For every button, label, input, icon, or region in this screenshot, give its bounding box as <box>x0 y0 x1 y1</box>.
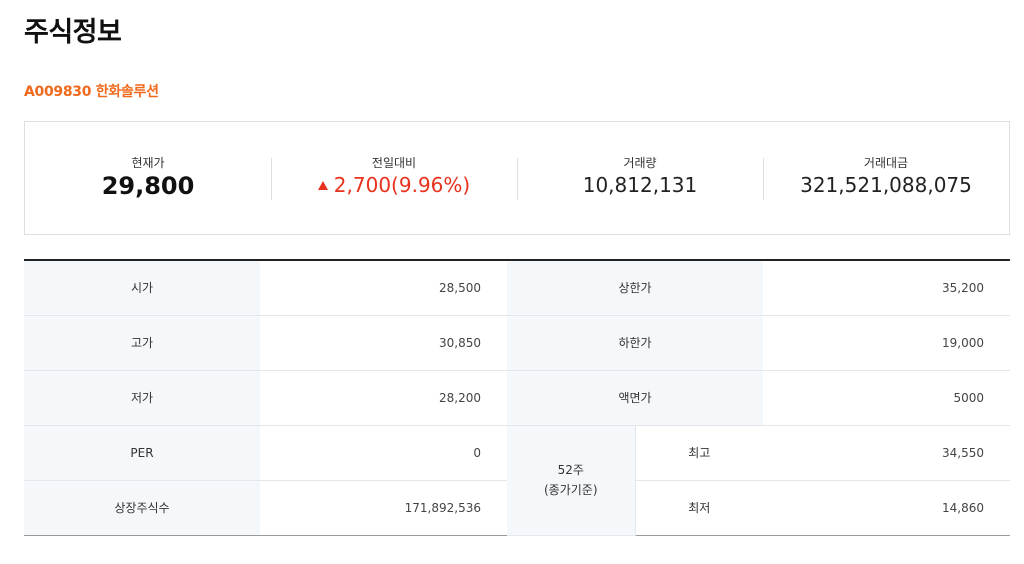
summary-label: 거래량 <box>623 156 657 170</box>
summary-change: 전일대비 2,700(9.96%) <box>271 122 517 234</box>
trade-amount-value: 321,521,088,075 <box>800 173 972 197</box>
week52-label: 52주 (종가기준) <box>507 425 635 536</box>
page-title: 주식정보 <box>24 17 122 48</box>
lower-limit-label: 하한가 <box>507 315 763 371</box>
week52-low-label: 최저 <box>634 480 763 535</box>
summary-current-price: 현재가 29,800 <box>25 122 271 234</box>
upper-limit-label: 상한가 <box>507 260 763 316</box>
week52-high-label: 최고 <box>634 425 763 481</box>
price-summary-box: 현재가 29,800 전일대비 2,700(9.96%) 거래량 10,812,… <box>24 121 1010 235</box>
summary-trade-amount: 거래대금 321,521,088,075 <box>763 122 1009 234</box>
high-price-value: 30,850 <box>260 315 507 371</box>
open-price-label: 시가 <box>24 260 260 316</box>
summary-label: 현재가 <box>131 156 165 170</box>
table-row: 고가 30,850 하한가 19,000 <box>24 315 1010 371</box>
stock-info-table: 시가 28,500 상한가 35,200 고가 30,850 하한가 19,00… <box>24 259 1010 536</box>
face-value-value: 5000 <box>763 370 1010 426</box>
week52-label-line2: (종가기준) <box>543 483 598 497</box>
face-value-label: 액면가 <box>507 370 763 426</box>
change-value-wrapper: 2,700(9.96%) <box>271 173 517 197</box>
change-value: 2,700(9.96%) <box>333 173 471 197</box>
upper-limit-value: 35,200 <box>763 260 1010 316</box>
lower-limit-value: 19,000 <box>763 315 1010 371</box>
per-value: 0 <box>260 425 507 481</box>
week52-high-value: 34,550 <box>763 425 1010 481</box>
week52-low-value: 14,860 <box>763 480 1010 535</box>
listed-shares-value: 171,892,536 <box>260 480 507 535</box>
low-price-label: 저가 <box>24 370 260 426</box>
table-row: PER 0 52주 (종가기준) 최고 34,550 <box>24 425 1010 536</box>
listed-shares-label: 상장주식수 <box>24 480 260 535</box>
summary-volume: 거래량 10,812,131 <box>517 122 763 234</box>
table-row: 시가 28,500 상한가 35,200 <box>24 260 1010 316</box>
up-triangle-icon <box>317 181 328 190</box>
table-row: 저가 28,200 액면가 5000 <box>24 370 1010 426</box>
low-price-value: 28,200 <box>260 370 507 426</box>
current-price-value: 29,800 <box>101 172 195 200</box>
summary-label: 전일대비 <box>371 156 417 170</box>
open-price-value: 28,500 <box>260 260 507 316</box>
per-label: PER <box>24 425 260 481</box>
volume-value: 10,812,131 <box>582 173 698 197</box>
stock-code-name: A009830 한화솔루션 <box>24 84 159 100</box>
week52-label-line1: 52주 <box>557 463 584 477</box>
high-price-label: 고가 <box>24 315 260 371</box>
summary-label: 거래대금 <box>863 156 909 170</box>
